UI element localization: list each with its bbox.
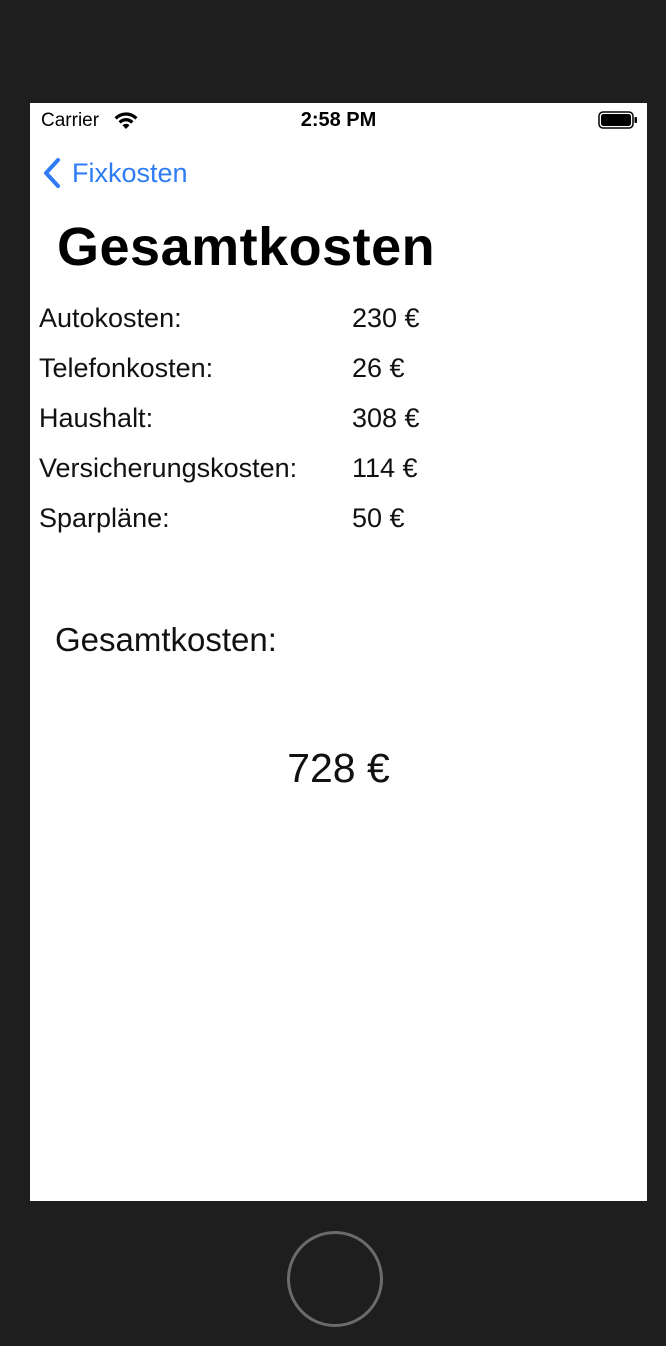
cost-label: Haushalt:	[39, 403, 154, 433]
cost-row-sparplaene: Sparpläne: 50 €	[39, 498, 639, 548]
battery-icon	[598, 111, 637, 129]
cost-value: 308 €	[352, 403, 420, 433]
cost-label: Versicherungskosten:	[39, 453, 298, 483]
cost-value: 114 €	[352, 453, 418, 483]
cost-row-haushalt: Haushalt: 308 €	[39, 398, 639, 448]
cost-value: 26 €	[352, 353, 405, 383]
cost-label: Autokosten:	[39, 303, 182, 333]
device-frame: Carrier 2:58 PM Fixkosten Gesamtkosten A…	[0, 0, 666, 1346]
home-button-icon[interactable]	[287, 1231, 383, 1327]
cost-label: Telefonkosten:	[39, 353, 214, 383]
cost-label: Sparpläne:	[39, 503, 170, 533]
cost-value: 230 €	[352, 303, 420, 333]
back-button-label: Fixkosten	[72, 157, 188, 188]
cost-row-versicherungskosten: Versicherungskosten: 114 €	[39, 448, 639, 498]
cost-list: Autokosten: 230 € Telefonkosten: 26 € Ha…	[39, 298, 639, 548]
cost-row-autokosten: Autokosten: 230 €	[39, 298, 639, 348]
back-button[interactable]: Fixkosten	[42, 155, 188, 191]
total-label: Gesamtkosten:	[55, 621, 277, 658]
cost-value: 50 €	[352, 503, 405, 533]
cost-row-telefonkosten: Telefonkosten: 26 €	[39, 348, 639, 398]
app-screen: Carrier 2:58 PM Fixkosten Gesamtkosten A…	[30, 103, 647, 1201]
status-time: 2:58 PM	[300, 109, 377, 131]
status-bar: Carrier 2:58 PM	[30, 103, 647, 137]
chevron-left-icon	[44, 158, 60, 188]
total-value: 728 €	[287, 745, 390, 791]
page-title: Gesamtkosten	[57, 217, 436, 277]
